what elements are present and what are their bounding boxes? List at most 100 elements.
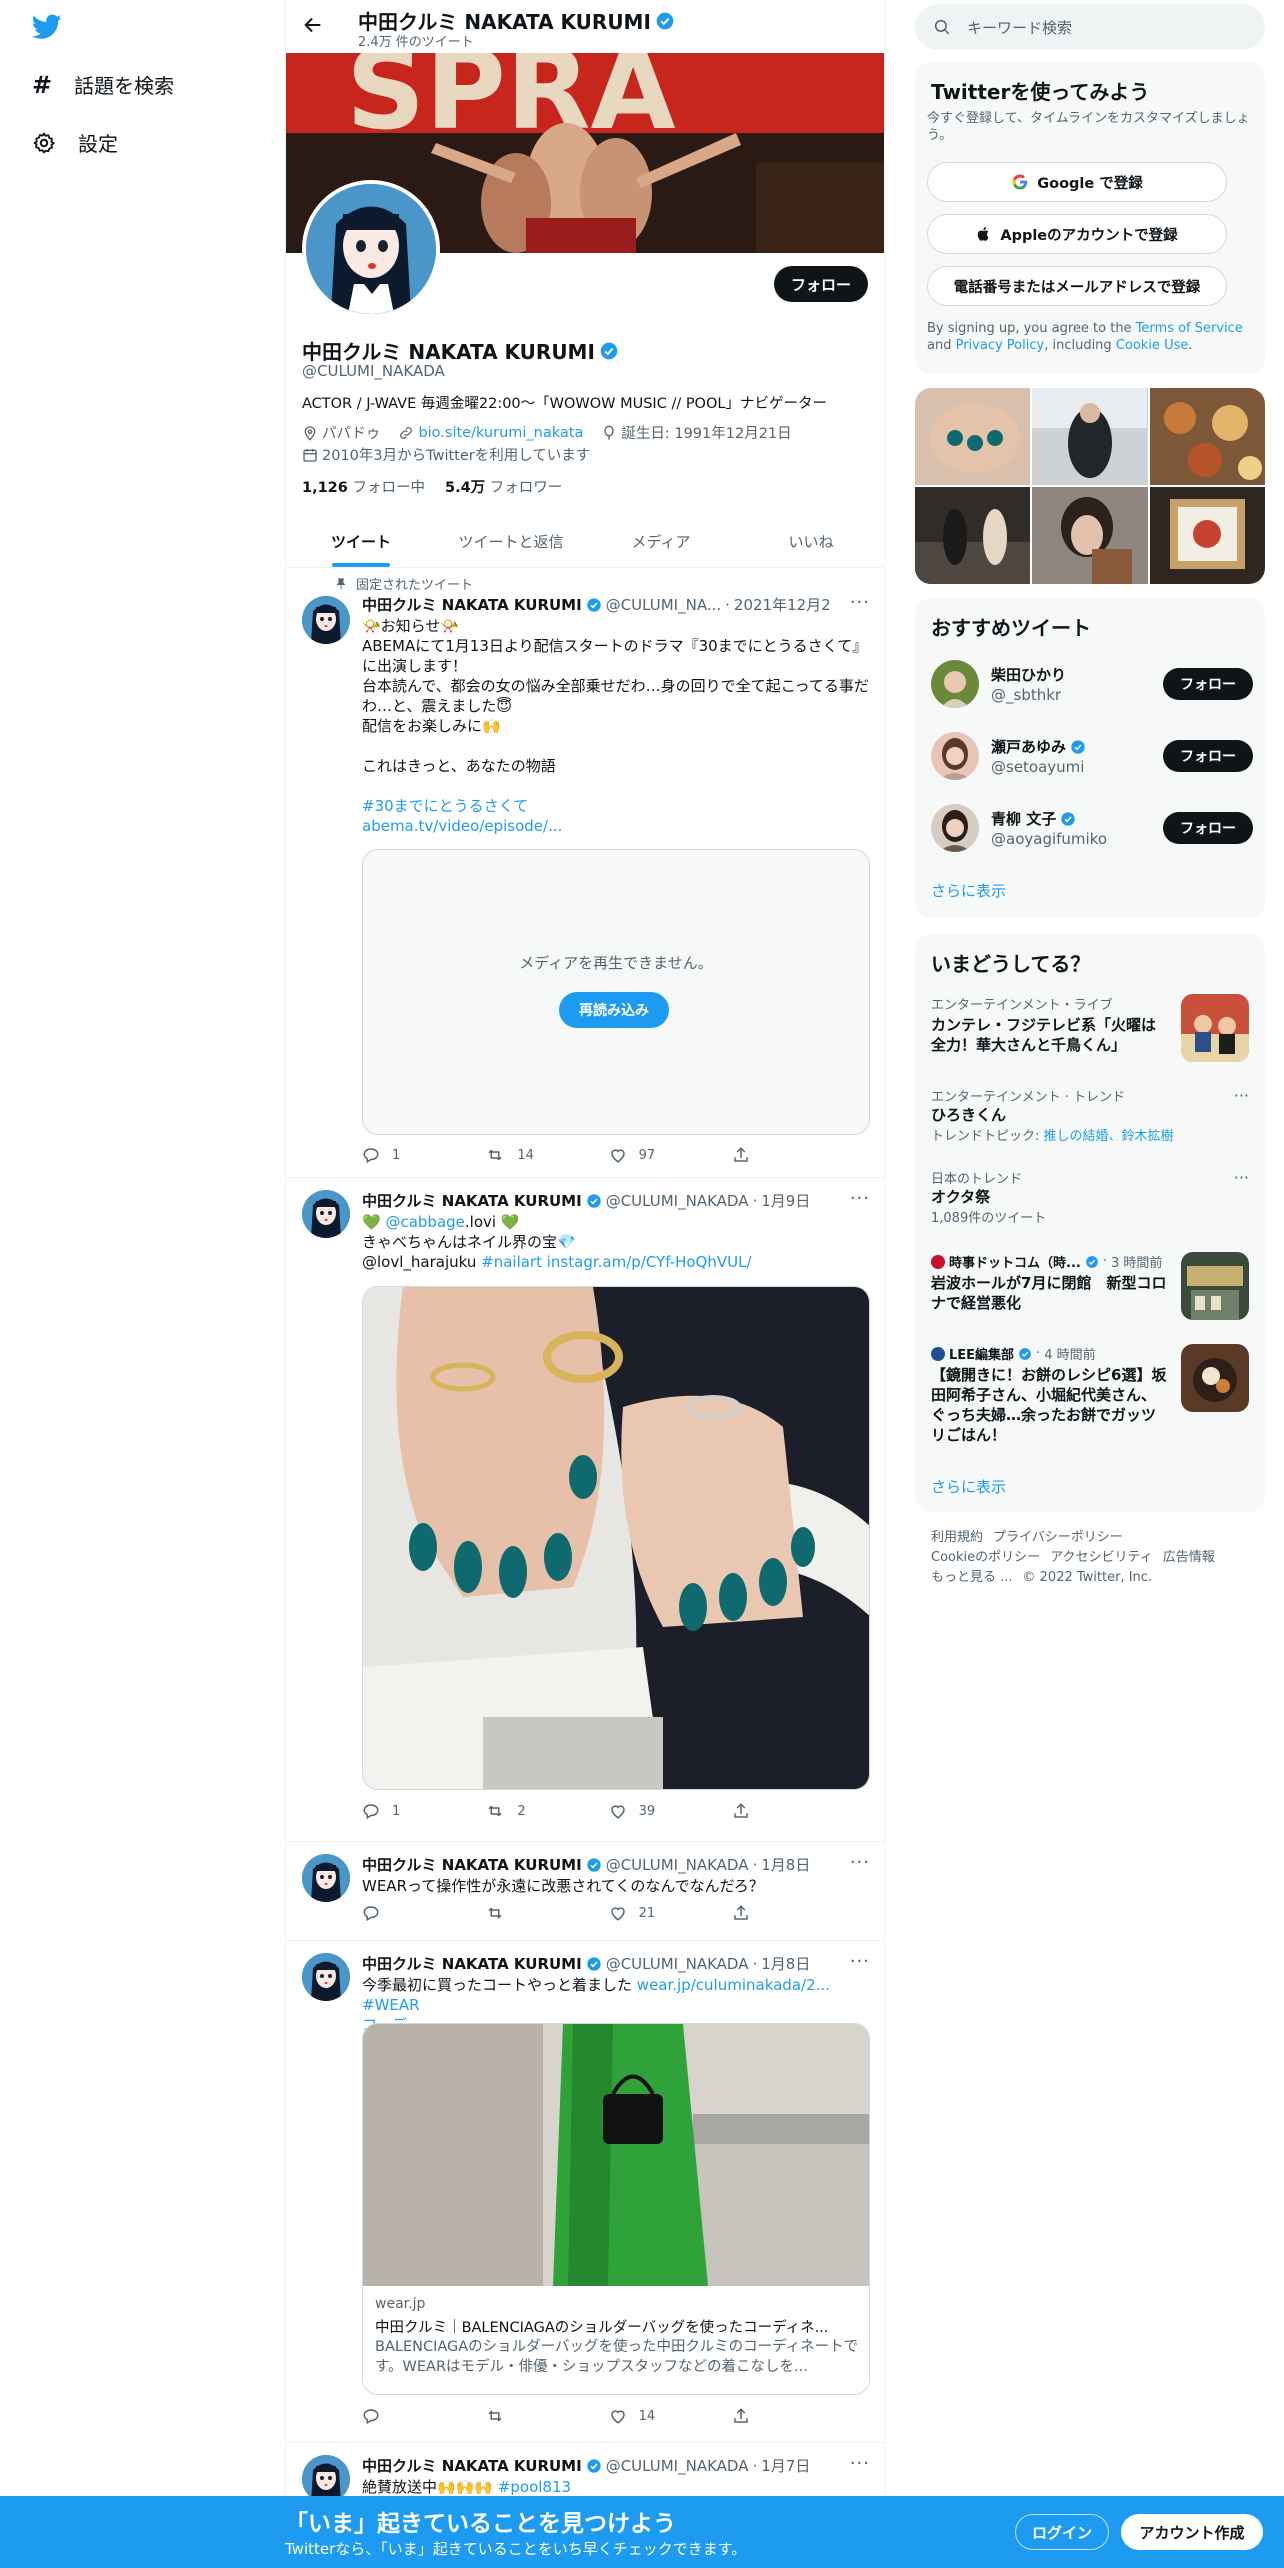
cookie-link[interactable]: Cookie Use — [1116, 338, 1189, 353]
trend-item[interactable]: エンターテインメント · トレンド ひろきくん トレンドトピック: 推しの結婚、… — [931, 1086, 1249, 1146]
tab-likes[interactable]: いいね — [736, 515, 884, 567]
media-thumb[interactable] — [915, 487, 1031, 584]
recommend-user[interactable]: 青柳 文子 @aoyagifumiko フォロー — [931, 802, 1253, 858]
tweet-mention[interactable]: @cabbage — [385, 1213, 464, 1231]
search-box[interactable]: キーワード検索 — [915, 4, 1265, 50]
recommend-user[interactable]: 柴田ひかり @_sbthkr フォロー — [931, 658, 1253, 714]
tweet-nail[interactable]: 中田クルミ NAKATA KURUMI @CULUMI_NAKADA · 1月9… — [286, 1178, 884, 1842]
tweet-link[interactable]: abema.tv/video/episode/... — [362, 817, 562, 835]
share-button[interactable] — [732, 1904, 792, 1922]
reply-button[interactable]: 1 — [362, 1146, 422, 1164]
more-options-icon[interactable]: ··· — [850, 592, 870, 613]
more-options-icon[interactable]: ··· — [850, 1188, 870, 1209]
retweet-button[interactable] — [485, 2407, 545, 2425]
media-thumb[interactable] — [1149, 388, 1265, 485]
tweet-wear-ui[interactable]: 中田クルミ NAKATA KURUMI @CULUMI_NAKADA · 1月8… — [286, 1842, 884, 1941]
tweet-date[interactable]: 2021年12月23日 — [734, 594, 832, 615]
show-more-link[interactable]: さらに表示 — [931, 880, 1006, 901]
share-button[interactable] — [732, 1802, 792, 1820]
footer-link[interactable]: 広告情報 — [1163, 1550, 1215, 1565]
nail-photo[interactable] — [362, 1286, 870, 1790]
footer-link[interactable]: プライバシーポリシー — [993, 1530, 1123, 1545]
news-item[interactable]: LEE編集部 · 4 時間前 【鏡開きに！お餅のレシピ6選】坂田阿希子さん、小堀紀… — [931, 1344, 1249, 1454]
tab-media[interactable]: メディア — [586, 515, 736, 567]
google-signup-button[interactable]: Google で登録 — [927, 162, 1227, 202]
user-avatar[interactable] — [931, 732, 979, 780]
tweet-hashtag[interactable]: #WEAR — [362, 1996, 420, 2014]
recommend-user[interactable]: 瀬戸あゆみ @setoayumi フォロー — [931, 730, 1253, 786]
like-button[interactable]: 21 — [609, 1904, 669, 1922]
media-thumb[interactable] — [1032, 388, 1148, 485]
news-item[interactable]: 時事ドットコム（時... · 3 時間前 岩波ホールが7月に閉館 新型コロナで経営… — [931, 1252, 1249, 1332]
tweet-author-name[interactable]: 中田クルミ NAKATA KURUMI — [362, 1854, 582, 1875]
tweet-coat[interactable]: 中田クルミ NAKATA KURUMI @CULUMI_NAKADA · 1月8… — [286, 1941, 884, 2443]
more-options-icon[interactable]: ··· — [850, 1852, 870, 1873]
like-button[interactable]: 39 — [609, 1802, 669, 1820]
tab-tweets-and-replies[interactable]: ツイートと返信 — [436, 515, 586, 567]
trend-item[interactable]: エンターテインメント・ライブ カンテレ・フジテレビ系「火曜は全力！華大さんと千鳥… — [931, 994, 1249, 1074]
profile-link[interactable]: bio.site/kurumi_nakata — [398, 425, 583, 441]
tweet-author-name[interactable]: 中田クルミ NAKATA KURUMI — [362, 2455, 582, 2476]
show-more-link[interactable]: さらに表示 — [931, 1476, 1006, 1497]
tweet-avatar[interactable] — [302, 596, 350, 644]
follow-button[interactable]: フォロー — [1163, 812, 1253, 844]
tweet-hashtag[interactable]: #30までにとうるさくて — [362, 797, 528, 815]
user-avatar[interactable] — [931, 660, 979, 708]
tweet-date[interactable]: 1月8日 — [761, 1953, 810, 1974]
search-input[interactable]: キーワード検索 — [967, 17, 1072, 38]
tweet-avatar[interactable] — [302, 1190, 350, 1238]
follow-button[interactable]: フォロー — [774, 266, 868, 302]
reply-button[interactable]: 1 — [362, 1802, 422, 1820]
tweet-author-name[interactable]: 中田クルミ NAKATA KURUMI — [362, 1953, 582, 1974]
media-thumb[interactable] — [1149, 487, 1265, 584]
profile-avatar[interactable] — [302, 180, 440, 318]
tweet-hashtag[interactable]: #pool813 — [498, 2478, 571, 2496]
more-options-icon[interactable]: ··· — [850, 1951, 870, 1972]
twitter-logo-icon[interactable] — [32, 14, 62, 40]
reload-button[interactable]: 再読み込み — [559, 992, 669, 1028]
trend-item[interactable]: 日本のトレンド オクタ祭 1,089件のツイート ··· — [931, 1168, 1249, 1226]
footer-link[interactable]: Cookieのポリシー — [931, 1550, 1040, 1565]
apple-signup-button[interactable]: Appleのアカウントで登録 — [927, 214, 1227, 254]
tweet-pinned[interactable]: 固定されたツイート 中田クルミ NAKATA KURUMI @CULUMI_NA… — [286, 568, 884, 1178]
trend-topic-links[interactable]: 推しの結婚、鈴木拡樹 — [1044, 1129, 1174, 1144]
follow-button[interactable]: フォロー — [1163, 668, 1253, 700]
tweet-author-name[interactable]: 中田クルミ NAKATA KURUMI — [362, 594, 582, 615]
more-options-icon[interactable]: ··· — [1234, 1168, 1249, 1187]
tweet-link[interactable]: #nailart instagr.am/p/CYf-HoQhVUL/ — [481, 1253, 751, 1271]
more-options-icon[interactable]: ··· — [1234, 1086, 1249, 1105]
nav-explore[interactable]: # 話題を検索 — [32, 70, 174, 99]
more-options-icon[interactable]: ··· — [850, 2453, 870, 2474]
media-thumb[interactable] — [1032, 487, 1148, 584]
back-arrow-icon[interactable] — [302, 14, 324, 36]
share-button[interactable] — [732, 1146, 792, 1164]
following-stat[interactable]: 1,126 フォロー中 — [302, 476, 425, 497]
tweet-date[interactable]: 1月7日 — [761, 2455, 810, 2476]
retweet-button[interactable] — [485, 1904, 545, 1922]
privacy-link[interactable]: Privacy Policy — [956, 338, 1045, 353]
footer-link[interactable]: アクセシビリティ — [1050, 1550, 1153, 1565]
nav-settings[interactable]: 設定 — [32, 128, 118, 157]
tweet-avatar[interactable] — [302, 1953, 350, 2001]
login-button[interactable]: ログイン — [1015, 2514, 1109, 2550]
reply-button[interactable] — [362, 1904, 422, 1922]
followers-stat[interactable]: 5.4万 フォロワー — [445, 476, 562, 497]
retweet-button[interactable]: 14 — [485, 1146, 545, 1164]
like-button[interactable]: 97 — [609, 1146, 669, 1164]
tweet-link[interactable]: wear.jp/culuminakada/2... — [637, 1976, 830, 1994]
tweet-date[interactable]: 1月8日 — [761, 1854, 810, 1875]
tweet-author-name[interactable]: 中田クルミ NAKATA KURUMI — [362, 1190, 582, 1211]
share-button[interactable] — [732, 2407, 792, 2425]
tab-tweets[interactable]: ツイート — [286, 515, 436, 567]
create-account-button[interactable]: アカウント作成 — [1121, 2514, 1263, 2550]
footer-link[interactable]: 利用規約 — [931, 1530, 983, 1545]
retweet-button[interactable]: 2 — [485, 1802, 545, 1820]
reply-button[interactable] — [362, 2407, 422, 2425]
tweet-date[interactable]: 1月9日 — [761, 1190, 810, 1211]
follow-button[interactable]: フォロー — [1163, 740, 1253, 772]
user-avatar[interactable] — [931, 804, 979, 852]
tweet-avatar[interactable] — [302, 1854, 350, 1902]
media-thumb[interactable] — [915, 388, 1031, 485]
profile-link-text[interactable]: bio.site/kurumi_nakata — [418, 425, 583, 441]
like-button[interactable]: 14 — [609, 2407, 669, 2425]
